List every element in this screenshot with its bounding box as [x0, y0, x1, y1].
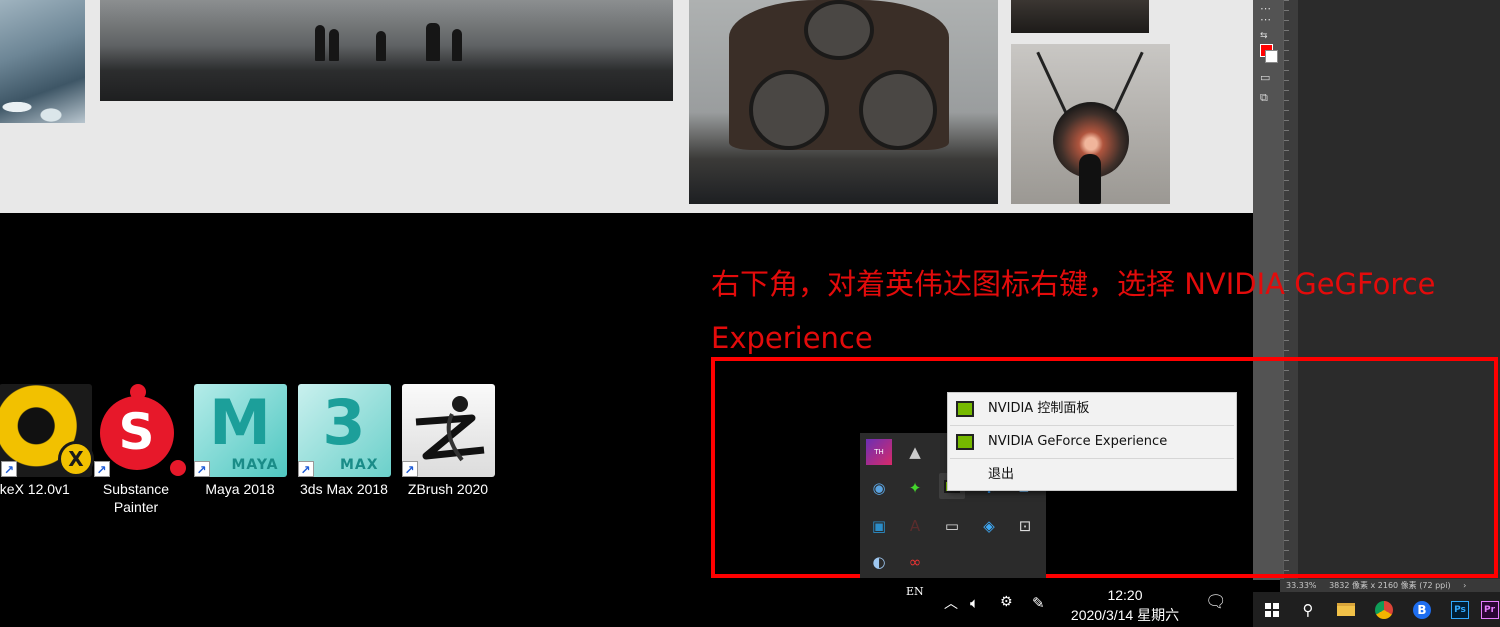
tray-app-icon[interactable]: ◉ — [866, 475, 892, 501]
secondary-taskbar: ⚲ B Ps Pr — [1253, 592, 1500, 627]
3dsmax-icon: 3 MAX ↗ — [297, 384, 391, 477]
windows-start-icon[interactable] — [1253, 592, 1291, 627]
action-center-icon[interactable]: 🗨︎ — [1205, 592, 1227, 612]
browser-b-icon[interactable]: B — [1403, 592, 1441, 627]
creative-cloud-icon[interactable]: ∞ — [902, 549, 928, 575]
monitor-icon[interactable]: ▭ — [939, 513, 965, 539]
tray-app-icon[interactable]: ▣ — [866, 513, 892, 539]
search-icon[interactable]: ⚲ — [1289, 592, 1327, 627]
nvidia-icon — [956, 434, 974, 450]
desktop-icon-label: 3ds Max 2018 — [300, 481, 388, 497]
quick-mask-icon[interactable]: ▭ — [1260, 72, 1270, 84]
document-info: 3832 像素 x 2160 像素 (72 ppi) — [1329, 581, 1451, 590]
zbrush-icon: ↗ — [401, 384, 495, 477]
artwork-sea-image — [0, 0, 85, 123]
clock-date: 2020/3/14 星期六 — [1070, 607, 1180, 623]
status-menu-arrow-icon[interactable]: › — [1463, 581, 1466, 590]
screen-mode-icon[interactable]: ⧉ — [1260, 92, 1268, 104]
artwork-rock-rings-image — [689, 0, 998, 204]
network-tray-icon[interactable]: ⚙︎ — [1000, 594, 1013, 610]
menu-item-geforce-experience[interactable]: NVIDIA GeForce Experience — [948, 426, 1236, 458]
menu-item-nvidia-control-panel[interactable]: NVIDIA 控制面板 — [948, 393, 1236, 425]
artwork-dark-image — [1011, 0, 1149, 33]
show-hidden-icons-chevron-icon[interactable]: ︿ — [944, 593, 958, 613]
maya-icon: M MAYA ↗ — [193, 384, 287, 477]
more-tools-icon[interactable]: ⋯ — [1260, 14, 1271, 26]
desktop-icon-substance-painter[interactable]: S ↗ Substance Painter — [86, 384, 186, 516]
swap-colors-icon[interactable]: ⇆ — [1260, 30, 1268, 42]
desktop-icon-zbrush[interactable]: ↗ ZBrush 2020 — [398, 384, 498, 498]
file-explorer-icon[interactable] — [1327, 592, 1365, 627]
volume-icon[interactable]: 🔈︎ — [970, 594, 979, 612]
desktop-icon-3dsmax[interactable]: 3 MAX ↗ 3ds Max 2018 — [294, 384, 394, 498]
taskbar: EN ︿ 🔈︎ ⚙︎ ✎ 12:20 2020/3/14 星期六 🗨︎ — [0, 580, 1253, 627]
pen-workspace-icon[interactable]: ✎ — [1032, 594, 1045, 612]
language-indicator[interactable]: EN — [906, 585, 924, 598]
desktop-icon-label: ukeX 12.0v1 — [0, 481, 70, 497]
network-icon[interactable]: ⊡ — [1012, 513, 1038, 539]
artwork-sphere-image — [1011, 44, 1170, 204]
adobe-icon[interactable]: A — [902, 513, 928, 539]
nuke-icon: X ↗ — [0, 384, 94, 477]
security-icon[interactable]: ◈ — [976, 513, 1002, 539]
tray-app-icon[interactable]: TH — [866, 439, 892, 465]
zoom-level[interactable]: 33.33% — [1286, 581, 1317, 590]
chrome-icon[interactable] — [1365, 592, 1403, 627]
substance-painter-icon: S ↗ — [90, 384, 186, 477]
desktop-icon-label: ZBrush 2020 — [407, 481, 489, 497]
clock-time: 12:20 — [1107, 587, 1143, 603]
background-color-swatch[interactable] — [1265, 50, 1278, 63]
artwork-silhouettes-image — [100, 0, 673, 101]
photoshop-icon[interactable]: Ps — [1441, 592, 1479, 627]
photoshop-canvas — [0, 0, 1253, 213]
taskbar-clock[interactable]: 12:20 2020/3/14 星期六 — [1060, 585, 1190, 625]
photoshop-status-bar: 33.33% 3832 像素 x 2160 像素 (72 ppi) › — [1280, 579, 1500, 592]
razer-icon[interactable]: ✦ — [902, 475, 928, 501]
steam-icon[interactable]: ◐ — [866, 549, 892, 575]
desktop-icon-maya[interactable]: M MAYA ↗ Maya 2018 — [190, 384, 290, 498]
nvidia-context-menu: NVIDIA 控制面板 NVIDIA GeForce Experience 退出 — [947, 392, 1237, 491]
tray-app-icon[interactable]: ▲ — [902, 439, 928, 465]
desktop-icon-label: Substance Painter — [102, 481, 170, 515]
menu-item-exit[interactable]: 退出 — [948, 459, 1236, 491]
nvidia-icon — [956, 401, 974, 417]
desktop-icon-nukex[interactable]: X ↗ ukeX 12.0v1 — [0, 384, 94, 498]
desktop-icon-label: Maya 2018 — [205, 481, 275, 497]
instruction-annotation: 右下角，对着英伟达图标右键，选择 NVIDIA GeGForce Experie… — [711, 267, 1436, 355]
premiere-icon[interactable]: Pr — [1479, 592, 1500, 627]
